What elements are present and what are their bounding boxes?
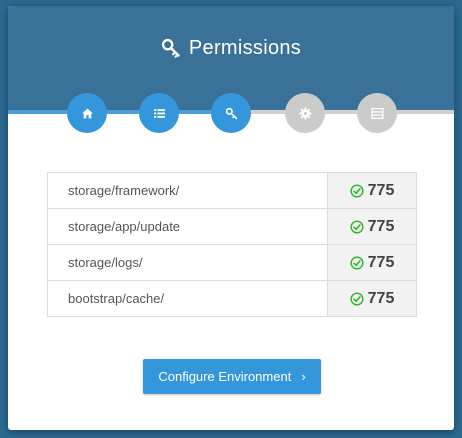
- page-title-wrap: Permissions: [8, 34, 454, 62]
- step-welcome[interactable]: [67, 93, 107, 133]
- installer-card: Permissions storage/framework/ 775 stora…: [8, 6, 454, 430]
- permission-path: storage/app/update: [68, 219, 181, 234]
- permission-path: storage/framework/: [68, 183, 180, 198]
- step-final[interactable]: [357, 93, 397, 133]
- permission-value: 775: [367, 289, 395, 307]
- permission-row: storage/app/update 775: [48, 209, 416, 245]
- permission-value: 775: [367, 253, 395, 271]
- home-icon: [81, 108, 93, 118]
- configure-environment-button[interactable]: Configure Environment ›: [143, 359, 321, 394]
- permissions-list: storage/framework/ 775 storage/app/updat…: [47, 172, 417, 317]
- permission-row: storage/framework/ 775: [48, 173, 416, 209]
- permission-path: storage/logs/: [68, 255, 143, 270]
- check-circle-icon: [350, 183, 364, 198]
- step-requirements[interactable]: [139, 93, 179, 133]
- step-permissions[interactable]: [211, 93, 251, 133]
- step-environment[interactable]: [285, 93, 325, 133]
- list-icon: [153, 108, 165, 118]
- key-icon: [161, 38, 180, 58]
- permission-row: bootstrap/cache/ 775: [48, 281, 416, 316]
- check-circle-icon: [350, 255, 364, 270]
- permission-path: bootstrap/cache/: [68, 291, 165, 306]
- permission-status: 775: [327, 281, 416, 316]
- permission-value: 775: [367, 217, 395, 235]
- page-title: Permissions: [188, 36, 302, 59]
- permission-status: 775: [327, 245, 416, 280]
- permission-status: 775: [327, 209, 416, 244]
- check-circle-icon: [350, 219, 364, 234]
- chevron-right-icon: ›: [301, 369, 306, 384]
- configure-environment-label: Configure Environment: [158, 369, 292, 384]
- key-icon: [225, 107, 237, 119]
- server-icon: [370, 107, 384, 119]
- permission-value: 775: [367, 181, 395, 199]
- permission-status: 775: [327, 173, 416, 208]
- permission-row: storage/logs/ 775: [48, 245, 416, 281]
- gear-icon: [299, 107, 311, 119]
- check-circle-icon: [350, 291, 364, 306]
